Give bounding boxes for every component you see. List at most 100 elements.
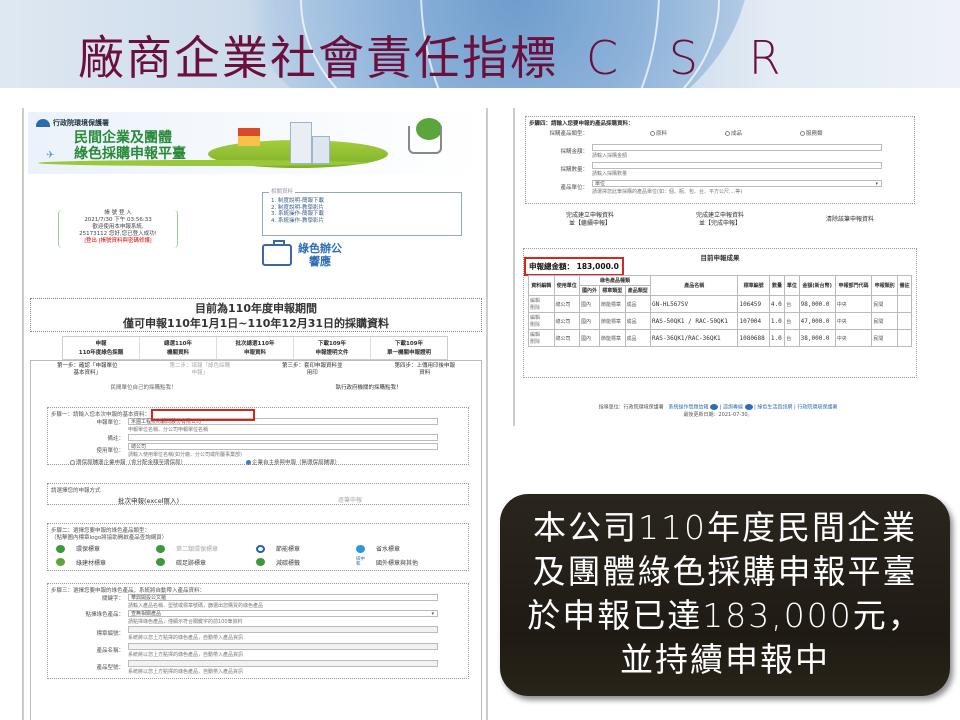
reference-link[interactable]: 4. 系統操作-教學影片 [271, 218, 453, 225]
slide-title-csr: C S R [586, 31, 799, 85]
tab-download-single-certificate[interactable]: 下載109年 單一機關申報證明 [371, 337, 447, 359]
tab-batch-select[interactable]: 批次總選110年 申報資料 [217, 337, 294, 359]
tab-label: 下載109年 [395, 341, 423, 347]
amount-input[interactable] [592, 144, 882, 151]
unit-select[interactable]: 單位 ▾ [592, 180, 882, 187]
label-option[interactable]: 碳足跡標章 [176, 558, 246, 567]
step-4[interactable]: 第四步：上傳用印後申報 資料 [394, 363, 455, 377]
label-option[interactable]: 減碳標籤 [276, 558, 346, 567]
radio-epa-assisted[interactable]: 環保局輔導企業申報（會分配金額至環保局） [70, 458, 186, 466]
product-select[interactable]: 查無相關產品 ▾ [128, 610, 438, 617]
cell-unit: 台 [784, 295, 800, 313]
save-and-finish-button[interactable]: 完成建立申報資料 並【完成申報】 [696, 212, 744, 228]
label-option[interactable]: 省水標章 [376, 544, 446, 553]
government-procurement-link[interactable]: 執行政府機關的採購點我！ [335, 383, 401, 391]
product-select-label: 點擇綠色產品： [85, 612, 124, 618]
tab-label: 申報證明文件 [315, 350, 349, 356]
radio-label: 成品 [731, 131, 743, 137]
edit-delete-links[interactable]: 編輯 刪除 [528, 295, 555, 313]
label-option[interactable]: 節能標章 [276, 544, 346, 553]
mail-icon[interactable] [710, 404, 719, 410]
logout-link[interactable]: |登出 [84, 238, 97, 244]
quantity-input[interactable] [592, 162, 882, 169]
edit-account-link[interactable]: |帳號資料與密碼修護| [99, 238, 152, 244]
eco-label-icon[interactable] [56, 544, 65, 553]
tab-report-green-procurement[interactable]: 申報 110年度綠色採購 [63, 337, 140, 359]
radio-finished-product[interactable]: 成品 [725, 129, 742, 137]
user-unit-input[interactable]: 總公司 [128, 443, 438, 450]
label-option[interactable]: 環保標章 [76, 544, 146, 553]
step-1[interactable]: 第一步：確認「申報單位 基本資料」 [57, 363, 118, 377]
label-option[interactable]: 第二類環保標章 [176, 544, 246, 553]
cell-agency-code: 中央 [834, 329, 873, 347]
building-icon [290, 122, 312, 164]
cell-product-type: 成品 [624, 329, 652, 347]
summary-callout: 本公司110年度民間企業 及團體綠色採購申報平臺 於申報已達183,000元， … [500, 494, 950, 696]
cell-amount: 47,000.0 [798, 312, 836, 330]
step-label: 第一步：確認「申報單位 [56, 363, 118, 369]
reference-panel: 相關資料 1. 制度說明-簡報下載 2. 制度說明-教學影片 3. 系統操作-簡… [262, 189, 462, 236]
step-3[interactable]: 第三步：套印申報資料並 用印 [282, 363, 343, 377]
green-life-link[interactable]: 綠色生活資訊網 [757, 405, 792, 411]
tab-label: 110年度綠色採購 [78, 350, 124, 356]
support-mail-link[interactable]: 系統操作問題信箱 [668, 405, 708, 411]
quantity-label: 採購數量： [560, 167, 588, 173]
energy-label-icon[interactable] [256, 544, 265, 553]
button-label: 清除該筆申報資料 [825, 216, 874, 223]
batch-report-button[interactable]: 批次申報(excel匯入) [118, 495, 179, 505]
epa-link[interactable]: 行政院環境保護署 [797, 405, 837, 411]
tab-download-certificate[interactable]: 下載109年 申報證明文件 [294, 337, 371, 359]
radio-button[interactable] [650, 131, 655, 136]
col-header: 金額(新台幣) [798, 275, 836, 296]
col-header: 單位 [784, 275, 800, 296]
radio-self-report[interactable]: 企業自主參與申報（無環保局輔導） [246, 458, 340, 466]
label-option[interactable]: 國外標章與其他 [376, 558, 446, 567]
radio-button[interactable] [725, 131, 731, 136]
water-label-icon[interactable] [356, 544, 365, 553]
col-header: 產品名稱 [650, 275, 739, 296]
step1-title: 步驟一：請輸入您本次申報的基本資料： [51, 412, 151, 418]
keyword-input[interactable]: 華鼎開設公文櫃 [128, 594, 438, 601]
unit-select-label: 產品單位： [560, 185, 588, 191]
radio-raw-material[interactable]: 原料 [650, 129, 667, 137]
single-report-button[interactable]: 逐筆申報 [338, 495, 362, 504]
house-icon [238, 128, 260, 146]
carbon-reduction-label-icon[interactable] [256, 558, 265, 566]
phone-icon[interactable] [744, 404, 753, 410]
remark-input[interactable] [128, 434, 438, 441]
total-label: 申報總金額： [529, 262, 574, 271]
highlight-box [151, 409, 255, 421]
col-header: 標章類型 [599, 285, 626, 296]
carbon-footprint-label-icon[interactable] [156, 558, 165, 566]
product-select-value: 查無相關產品 [131, 611, 162, 617]
type2-eco-label-icon[interactable] [156, 544, 165, 553]
reporting-period-banner: 目前為110年度申報期間 僅可申報110年1月1日~110年12月31日的採購資… [30, 298, 482, 332]
method-title: 請選擇您的申報方式 [51, 488, 101, 494]
clear-record-button[interactable]: 清除該筆申報資料 [826, 212, 874, 228]
epa-mountain-icon [36, 119, 50, 127]
edit-delete-links[interactable]: 編輯 刪除 [528, 329, 555, 347]
total-value: 183,000.0 [576, 262, 619, 271]
tab-select-agency-data[interactable]: 總選110年 機關資料 [140, 337, 217, 359]
carbon-neutral-icon[interactable]: 碳中 和 [356, 557, 366, 567]
save-and-continue-button[interactable]: 完成建立申報資料 並【繼續申報】 [566, 212, 614, 228]
radio-button[interactable] [800, 131, 806, 136]
shopping-cart-icon [408, 126, 442, 154]
cell-cert-no: 106459 [737, 295, 770, 313]
radio-button-selected[interactable] [246, 460, 252, 465]
agency-logo[interactable]: 行政院環境保護署 [36, 118, 109, 128]
hotline-link[interactable]: 諮詢專線 [723, 405, 743, 411]
label-option[interactable]: 綠建材標章 [76, 558, 146, 567]
step-2[interactable]: 第二步：填報「綠色採購 申報」 [169, 363, 230, 377]
edit-delete-links[interactable]: 編輯 刪除 [528, 312, 555, 330]
private-procurement-link[interactable]: 民間單位自己的採購點我！ [110, 383, 176, 391]
radio-button[interactable] [70, 460, 75, 465]
radio-service[interactable]: 服務類 [800, 129, 823, 137]
tab-label: 申報 [95, 341, 107, 347]
green-building-label-icon[interactable] [56, 558, 65, 566]
building-icon [312, 136, 330, 164]
callout-line: 本公司110年度民間企業 [533, 508, 917, 547]
green-office-link[interactable]: 綠色辦公 響應 [262, 240, 342, 268]
results-panel: 目前申報成果 申報總金額： 183,000.0 資料編輯 使用單位 綠色產品種類… [523, 248, 917, 378]
cell-agency-code: 中央 [834, 295, 873, 313]
